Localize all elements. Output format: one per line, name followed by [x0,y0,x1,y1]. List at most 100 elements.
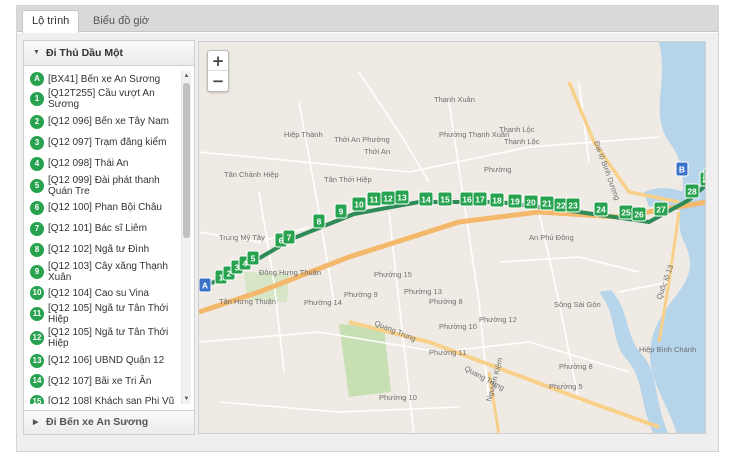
route-stop-marker[interactable]: 16 [459,191,475,207]
scroll-down-icon[interactable]: ▼ [182,394,191,404]
svg-text:20: 20 [526,198,536,208]
stop-list: A [BX41] Bến xe An Sương 1 [Q12T255] Cầu vư… [28,71,178,404]
direction-header-return[interactable]: ▶ Đi Bến xe An Sương [24,410,194,434]
svg-text:21: 21 [542,199,552,209]
stop-item[interactable]: 4 [Q12 098] Thái An [28,153,178,174]
stop-name: [Q12 101] Bác sĩ Liêm [48,223,147,234]
route-stop-marker[interactable]: 18 [489,192,505,208]
route-stop-marker[interactable]: 27 [653,201,669,217]
svg-text:7: 7 [287,233,292,243]
svg-text:B: B [679,165,685,175]
stop-item[interactable]: 5 [Q12 099] Đài phát thanh Quán Tre [28,174,178,197]
stop-item[interactable]: 7 [Q12 101] Bác sĩ Liêm [28,218,178,239]
stop-marker-icon: 10 [30,286,44,300]
stop-name: [Q12 104] Cao su Vina [48,287,149,299]
stop-item[interactable]: 8 [Q12 102] Ngã tư Đình [28,239,178,260]
route-stop-marker[interactable]: 28 [684,183,700,199]
stop-name: [Q12 100] Phan Bội Châu [48,202,162,213]
map-canvas[interactable]: Thạnh XuânHiệp Thành Phường Thạnh XuânThạ… [199,42,706,434]
place-label: Tân Hưng Thuận [219,297,276,306]
svg-text:12: 12 [383,194,393,204]
stop-item[interactable]: 10 [Q12 104] Cao su Vina [28,284,178,302]
place-label: Tân Thới Hiệp [324,175,372,184]
stop-item[interactable]: 2 [Q12 096] Bến xe Tây Nam [28,111,178,132]
stop-item[interactable]: 12 [Q12 105] Ngã tư Tân Thới Hiệp [28,326,178,350]
stop-name: [Q12 103] Cây xăng Thạnh Xuân [48,261,168,283]
route-stop-marker[interactable]: 14 [418,191,434,207]
place-label: Phường [484,165,511,174]
place-label: Trung Mỹ Tây [219,233,265,242]
svg-text:14: 14 [421,195,431,205]
stop-marker-icon: 2 [30,114,44,129]
zoom-out-button[interactable]: − [208,71,228,91]
route-stop-marker[interactable]: 12 [380,190,396,206]
tab-route[interactable]: Lộ trình [22,10,80,33]
tab-timetable[interactable]: Biểu đồ giờ [83,10,159,32]
stop-name: [Q12 096] Bến xe Tây Nam [48,116,169,127]
route-stop-marker[interactable]: 13 [394,189,410,205]
stop-item[interactable]: 15 [Q12 108] Khách sạn Phi Vũ [28,391,178,404]
stop-marker-icon: A [30,72,44,86]
route-stop-marker[interactable]: 19 [507,193,523,209]
stop-name: [Q12 099] Đài phát thanh Quán Tre [48,174,160,197]
stop-item[interactable]: 6 [Q12 100] Phan Bội Châu [28,197,178,218]
route-stop-marker[interactable]: 17 [472,191,488,207]
stop-item[interactable]: 14 [Q12 107] Bãi xe Tri Ân [28,371,178,391]
route-stop-marker[interactable]: 5 [246,250,260,266]
place-label: Tân Chánh Hiệp [224,170,279,179]
svg-text:23: 23 [568,201,578,211]
route-stop-marker[interactable]: 10 [351,196,367,212]
scroll-thumb[interactable] [183,83,190,238]
scroll-up-icon[interactable]: ▲ [182,71,191,81]
stop-item[interactable]: A [BX41] Bến xe An Sương [28,71,178,87]
route-stop-marker[interactable]: 24 [593,201,609,217]
stop-item[interactable]: 11 [Q12 105] Ngã tư Tân Thới Hiệp [28,302,178,326]
terminal-marker-start[interactable]: A [199,277,212,293]
svg-text:17: 17 [475,195,485,205]
stop-item[interactable]: 13 [Q12 106] UBND Quận 12 [28,350,178,371]
place-label: Hiệp Thành [284,130,323,139]
zoom-in-button[interactable]: + [208,51,228,71]
place-label: Phường 12 [479,315,517,324]
stop-marker-icon: 8 [30,242,44,257]
route-stop-marker[interactable]: 30 [703,167,706,183]
stop-name: [Q12 105] Ngã tư Tân Thới Hiệp [48,303,169,325]
route-stop-marker[interactable]: 26 [631,206,647,222]
stop-item[interactable]: 1 [Q12T255] Cầu vượt An Sương [28,87,178,111]
route-stop-marker[interactable]: 23 [565,197,581,213]
route-stop-marker[interactable]: 29 [699,171,706,187]
svg-text:25: 25 [621,208,631,218]
place-label: Phường 11 [429,348,466,357]
route-map[interactable]: Thạnh Xuân Hiệp Thành Phường Thạnh Xuân Thạ… [198,41,706,434]
terminal-marker-end[interactable]: B [675,161,689,177]
route-stop-marker[interactable]: 8 [312,213,326,229]
route-stop-marker[interactable]: 11 [366,191,382,207]
stop-item[interactable]: 3 [Q12 097] Trạm đăng kiểm [28,132,178,153]
stop-marker-icon: 15 [30,394,44,404]
place-label: Thới An Phường [334,135,390,144]
route-stop-marker[interactable]: 15 [437,191,453,207]
svg-text:28: 28 [687,187,697,197]
route-stop-marker[interactable]: 25 [618,204,634,220]
route-stop-marker[interactable]: 9 [334,203,348,219]
svg-text:26: 26 [634,210,644,220]
stop-name: [BX41] Bến xe An Sương [48,73,161,85]
route-panel: Lộ trình Biểu đồ giờ ▼ Đi Thủ Dầu Một A [… [16,5,719,452]
stop-marker-icon: 1 [30,92,44,106]
stop-marker-icon: 13 [30,353,44,368]
stop-name: [Q12 106] UBND Quận 12 [48,355,165,366]
stop-item[interactable]: 9 [Q12 103] Cây xăng Thạnh Xuân [28,260,178,284]
svg-text:27: 27 [656,205,666,215]
route-stop-marker[interactable]: 21 [539,195,555,211]
stop-sidebar: ▼ Đi Thủ Dầu Một A [BX41] Bến xe An Sương… [23,40,195,435]
stop-marker-icon: 12 [30,331,44,345]
stop-name: [Q12T255] Cầu vượt An Sương [48,88,155,110]
svg-text:9: 9 [339,207,344,217]
direction-header-outbound[interactable]: ▼ Đi Thủ Dầu Một [24,41,194,66]
route-stop-marker[interactable]: 7 [282,229,296,245]
place-label: Thạnh Lộc [504,137,540,146]
stop-name: [Q12 105] Ngã tư Tân Thới Hiệp [48,327,169,349]
svg-text:22: 22 [556,201,566,211]
route-stop-marker[interactable]: 20 [523,194,539,210]
stop-list-scrollbar[interactable]: ▲ ▼ [181,71,191,404]
